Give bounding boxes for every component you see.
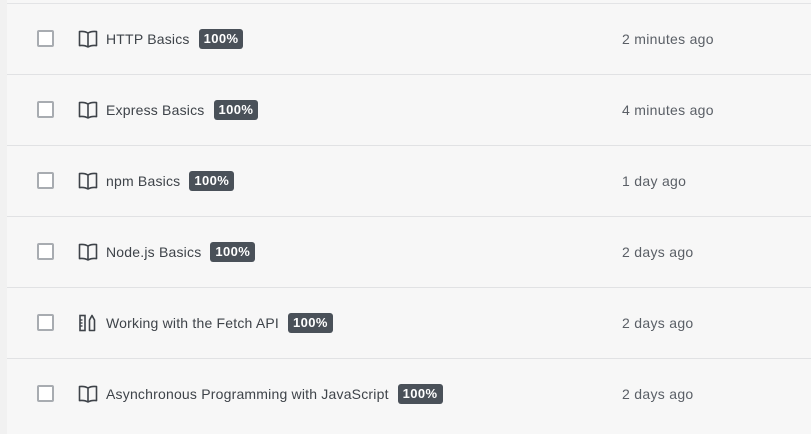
item-timestamp: 4 minutes ago (622, 102, 714, 118)
list-item: Asynchronous Programming with JavaScript… (7, 358, 811, 429)
progress-badge: 100% (198, 29, 244, 49)
book-icon (78, 30, 98, 48)
activity-list: HTTP Basics 100% 2 minutes ago Express B… (7, 3, 811, 429)
list-item: Working with the Fetch API 100% 2 days a… (7, 287, 811, 358)
item-checkbox[interactable] (37, 314, 54, 331)
progress-badge: 100% (210, 242, 256, 262)
progress-badge: 100% (189, 171, 235, 191)
item-checkbox[interactable] (37, 101, 54, 118)
item-checkbox[interactable] (37, 30, 54, 47)
list-item: npm Basics 100% 1 day ago (7, 145, 811, 216)
item-timestamp: 2 days ago (622, 244, 694, 260)
item-title[interactable]: Asynchronous Programming with JavaScript (106, 386, 389, 402)
item-timestamp: 2 minutes ago (622, 31, 714, 47)
item-checkbox[interactable] (37, 385, 54, 402)
item-title-group: Asynchronous Programming with JavaScript… (106, 383, 443, 405)
tools-icon (78, 314, 98, 332)
list-item: Express Basics 100% 4 minutes ago (7, 74, 811, 145)
item-checkbox[interactable] (37, 172, 54, 189)
item-title-group: HTTP Basics 100% (106, 28, 244, 50)
book-icon (78, 243, 98, 261)
item-title-group: Working with the Fetch API 100% (106, 312, 333, 334)
progress-badge: 100% (213, 100, 259, 120)
item-title-group: npm Basics 100% (106, 170, 235, 192)
progress-badge: 100% (397, 384, 443, 404)
item-checkbox[interactable] (37, 243, 54, 260)
item-timestamp: 2 days ago (622, 315, 694, 331)
book-icon (78, 385, 98, 403)
list-item: HTTP Basics 100% 2 minutes ago (7, 3, 811, 74)
item-timestamp: 2 days ago (622, 386, 694, 402)
item-timestamp: 1 day ago (622, 173, 687, 189)
progress-badge: 100% (288, 313, 333, 333)
item-title[interactable]: HTTP Basics (106, 31, 190, 47)
list-item: Node.js Basics 100% 2 days ago (7, 216, 811, 287)
item-title-group: Node.js Basics 100% (106, 241, 256, 263)
book-icon (78, 172, 98, 190)
activity-panel: HTTP Basics 100% 2 minutes ago Express B… (7, 0, 811, 434)
book-icon (78, 101, 98, 119)
item-title[interactable]: Node.js Basics (106, 244, 201, 260)
item-title[interactable]: npm Basics (106, 173, 180, 189)
item-title[interactable]: Working with the Fetch API (106, 315, 279, 331)
item-title-group: Express Basics 100% (106, 99, 259, 121)
item-title[interactable]: Express Basics (106, 102, 205, 118)
